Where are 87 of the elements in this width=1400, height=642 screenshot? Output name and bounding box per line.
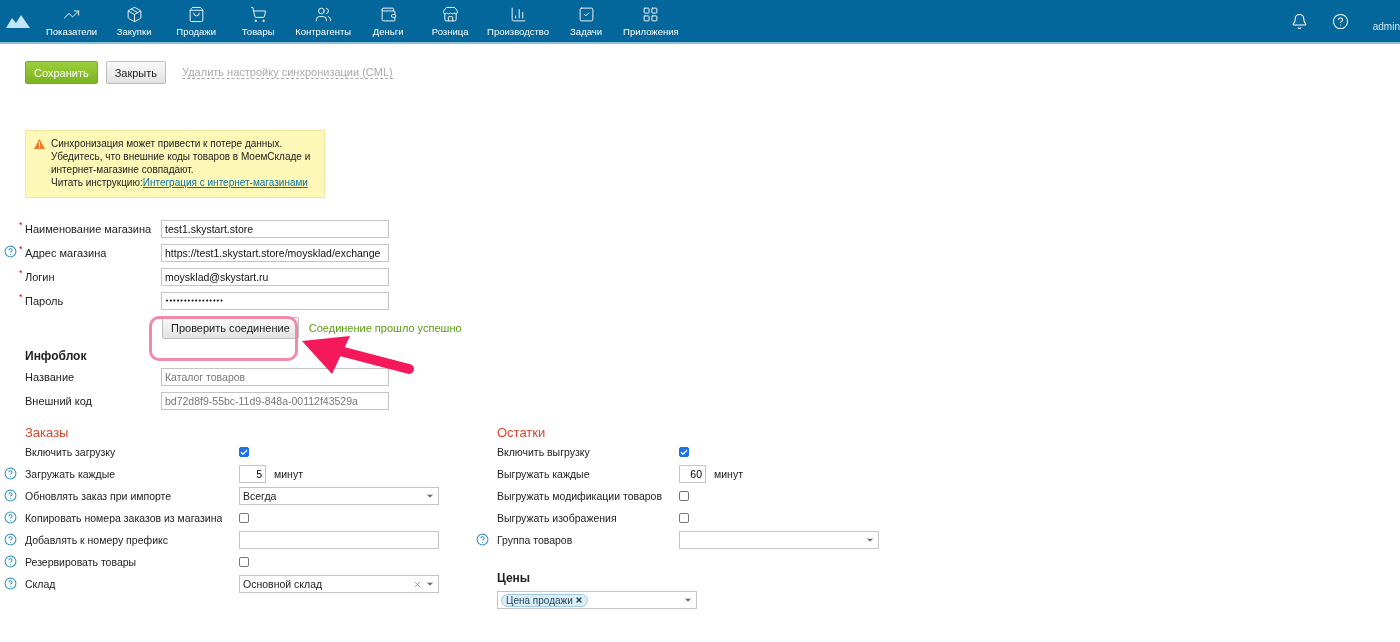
logo-icon[interactable] <box>6 14 30 28</box>
required-mark: * <box>19 268 23 278</box>
field-label: Обновлять заказ при импорте <box>25 490 172 502</box>
checkbox[interactable] <box>679 513 689 523</box>
section-heading: Остатки <box>497 425 547 440</box>
field-label: Пароль <box>25 294 64 307</box>
clear-icon <box>413 579 422 589</box>
number-field[interactable]: 5 <box>239 465 266 483</box>
required-mark: * <box>19 292 23 302</box>
nav-item[interactable]: Производство <box>481 0 556 42</box>
nav-item[interactable]: Товары <box>227 0 290 42</box>
close-button[interactable]: Закрыть <box>105 61 167 84</box>
checkbox[interactable] <box>239 557 249 567</box>
checkbox[interactable] <box>239 513 249 523</box>
field-label: Адрес магазина <box>25 246 107 259</box>
field-label: Группа товаров <box>497 534 573 546</box>
field-label: Добавлять к номеру префикс <box>25 534 168 546</box>
cart-icon <box>249 5 267 23</box>
bell-icon[interactable] <box>1290 12 1308 30</box>
people-icon <box>314 5 332 23</box>
price-tag[interactable]: Цена продажи <box>501 593 588 607</box>
field-label: Загружать каждые <box>25 468 116 480</box>
nav-item[interactable]: Розница <box>419 0 482 42</box>
status-text: Соединение прошло успешно <box>308 322 462 334</box>
price-select-field[interactable]: Цена продажи <box>497 591 697 609</box>
grid-icon <box>642 5 660 23</box>
help-icon[interactable] <box>4 576 17 590</box>
help-icon[interactable] <box>4 466 17 480</box>
remove-icon <box>574 596 583 604</box>
help-icon[interactable] <box>4 510 17 524</box>
checkbox[interactable] <box>679 447 689 457</box>
nav-item[interactable]: Контрагенты <box>289 0 358 42</box>
help-icon[interactable] <box>476 532 489 546</box>
warning-text: Синхронизация может привести к потере данных. Убедитесь, что внешние коды товаров в МоемСкладе и интернет-магазине совпадают. Читать инструкцию:Интеграция с интернет-магазинами <box>51 137 312 189</box>
help-icon[interactable] <box>4 554 17 568</box>
input-field[interactable] <box>239 531 439 549</box>
storefront-icon <box>441 5 459 23</box>
select-field[interactable]: Всегда <box>239 487 439 505</box>
caret-icon <box>425 491 435 501</box>
field-label: Выгружать каждые <box>497 468 590 480</box>
select-field[interactable] <box>679 531 879 549</box>
instruction-link[interactable]: Интеграция с интернет-магазинами <box>142 177 308 188</box>
checkbox-icon <box>577 5 595 23</box>
field-label: Название <box>25 370 75 383</box>
section-heading: Инфоблок <box>25 349 88 363</box>
nav-item[interactable]: Задачи <box>555 0 618 42</box>
unit-label: минут <box>274 468 303 480</box>
input-field[interactable]: test1.skystart.store <box>161 219 389 238</box>
caret-icon <box>683 595 693 605</box>
field-label: Включить выгрузку <box>497 446 590 458</box>
field-label: Копировать номера заказов из магазина <box>25 512 223 524</box>
required-mark: * <box>19 244 23 254</box>
field-label: Резервировать товары <box>25 556 137 568</box>
unit-label: минут <box>714 468 743 480</box>
nav-item[interactable]: Продажи <box>165 0 228 42</box>
field-label: Выгружать изображения <box>497 512 617 524</box>
field-label: Выгружать модификации товаров <box>497 490 663 502</box>
field-label: Внешний код <box>25 394 92 407</box>
help-icon[interactable] <box>4 488 17 502</box>
package-icon <box>125 5 143 23</box>
field-label: Склад <box>25 578 56 590</box>
nav-item[interactable]: Показатели <box>40 0 104 42</box>
wallet-icon <box>379 5 397 23</box>
required-mark: * <box>19 220 23 230</box>
help-icon[interactable] <box>4 532 17 546</box>
check-connection-button[interactable]: Проверить соединение <box>162 317 299 339</box>
checkbox[interactable] <box>679 491 689 501</box>
shopping-bag-icon <box>187 5 205 23</box>
user-name[interactable]: admin <box>1372 21 1400 32</box>
help-icon[interactable] <box>4 245 17 258</box>
warning-icon <box>34 139 45 149</box>
field-label: Наименование магазина <box>25 222 152 235</box>
nav-item[interactable]: Приложения <box>617 0 685 42</box>
nav-item[interactable]: Закупки <box>103 0 166 42</box>
field-label: Включить загрузку <box>25 446 116 458</box>
section-heading: Цены <box>497 571 532 585</box>
input-field[interactable]: moysklad@skystart.ru <box>161 267 389 286</box>
section-heading: Заказы <box>25 425 70 440</box>
field-label: Логин <box>25 270 55 283</box>
select-field[interactable]: Основной склад <box>239 575 439 593</box>
checkbox[interactable] <box>239 447 249 457</box>
caret-icon <box>425 579 435 589</box>
nav-item[interactable]: Деньги <box>357 0 420 42</box>
number-field[interactable]: 60 <box>679 465 706 483</box>
bar-chart-icon <box>509 5 527 23</box>
caret-icon <box>865 535 875 545</box>
input-field[interactable]: https://test1.skystart.store/moysklad/exchange <box>161 243 389 262</box>
